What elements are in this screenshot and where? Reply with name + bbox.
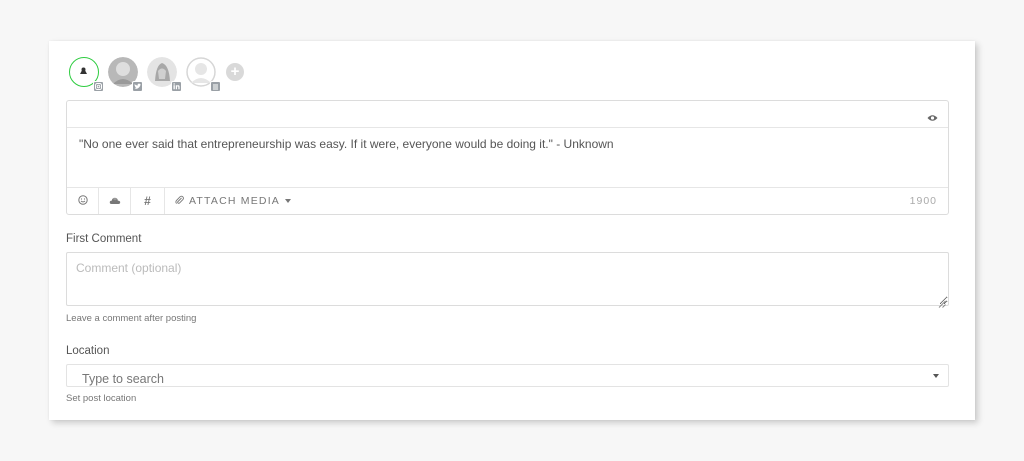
attach-media-label: ATTACH MEDIA <box>189 195 281 207</box>
first-comment-help: Leave a comment after posting <box>66 313 197 324</box>
first-comment-label: First Comment <box>66 233 142 245</box>
instagram-icon <box>93 81 104 92</box>
location-search-text: Type to search <box>82 372 164 386</box>
first-comment-input[interactable] <box>66 252 949 306</box>
cloud-icon <box>109 194 121 208</box>
attach-media-button[interactable]: ATTACH MEDIA <box>165 188 292 214</box>
resize-grip-icon[interactable] <box>938 295 946 313</box>
account-instagram[interactable] <box>69 57 104 92</box>
generic-network-icon <box>210 81 221 92</box>
emoji-button[interactable] <box>67 188 99 214</box>
hashtag-button[interactable]: # <box>131 188 165 214</box>
account-linkedin[interactable] <box>147 57 182 92</box>
character-count: 1900 <box>909 195 937 207</box>
account-other[interactable] <box>186 57 221 92</box>
editor-toolbar: # ATTACH MEDIA 1900 <box>67 187 948 214</box>
post-editor: "No one ever said that entrepreneurship … <box>66 100 949 215</box>
twitter-icon <box>132 81 143 92</box>
editor-header <box>67 101 948 128</box>
add-account-button[interactable]: + <box>226 63 244 81</box>
weather-button[interactable] <box>99 188 131 214</box>
account-twitter[interactable] <box>108 57 143 92</box>
paperclip-icon <box>175 195 184 208</box>
eye-icon[interactable] <box>927 109 938 127</box>
location-select[interactable]: Type to search <box>66 364 949 387</box>
linkedin-icon <box>171 81 182 92</box>
chevron-down-icon <box>285 199 292 203</box>
post-composer-card: + "No one ever said that entrepreneurshi… <box>49 41 975 420</box>
account-selector: + <box>69 55 244 92</box>
post-text[interactable]: "No one ever said that entrepreneurship … <box>79 137 614 151</box>
smiley-icon <box>77 194 88 208</box>
chevron-down-icon <box>933 374 939 378</box>
location-help: Set post location <box>66 393 137 404</box>
location-label: Location <box>66 345 110 357</box>
